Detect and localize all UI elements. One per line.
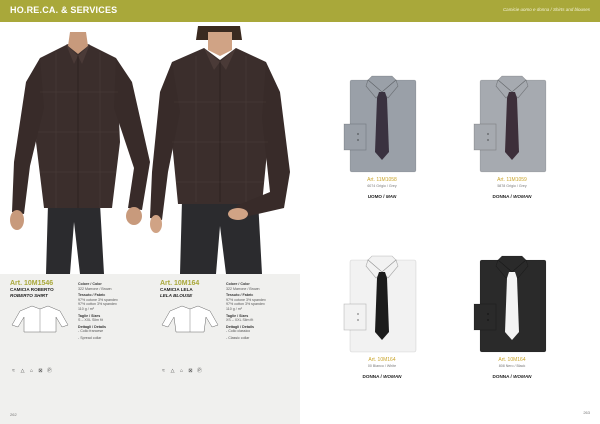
folded-shirt-image — [343, 255, 417, 353]
shirt-article-code: Art. 10M164 — [368, 357, 396, 363]
right-page: Art. 11M1058 6074 Grigio / Grey UOMO / MAN… — [300, 22, 600, 424]
shirt-color-desc: 808 Nero / Black — [498, 364, 526, 368]
model-photo — [0, 22, 300, 274]
page-header: HO.RE.CA. & SERVICES Camicie uomo e donn… — [0, 0, 600, 22]
shirt-gender-label: DONNA / WOMAN — [492, 194, 532, 199]
folded-shirt-3 — [342, 254, 422, 354]
shirt-article-code: Art. 11M1058 — [367, 177, 397, 183]
product-info-panel: Art. 10M1546 CAMICIA ROBERTO ROBERTO SHI… — [0, 274, 300, 424]
section-title: HO.RE.CA. & SERVICES — [10, 5, 118, 15]
dry-clean-icon: Ⓟ — [46, 368, 52, 374]
product-lela-specs: Colore / Color 322 Marrone / Brown Tessu… — [226, 282, 266, 340]
iron-icon: ⌂ — [29, 368, 34, 374]
folded-shirt-image — [473, 255, 547, 353]
product-roberto: Art. 10M1546 CAMICIA ROBERTO ROBERTO SHI… — [10, 280, 72, 338]
wash-30-icon: ≈ — [12, 368, 15, 374]
no-tumble-dry-icon: ⊠ — [38, 368, 43, 374]
no-tumble-dry-icon: ⊠ — [188, 368, 193, 374]
wash-30-icon: ≈ — [162, 368, 165, 374]
shirt-gender-label: UOMO / MAN — [367, 194, 397, 199]
shirt-article-code: Art. 11M1059 — [497, 177, 527, 183]
product-name: CAMICIA ROBERTO ROBERTO SHIRT — [10, 287, 54, 298]
care-icons-lela: ≈ △ ⌂ ⊠ Ⓟ — [160, 368, 203, 374]
product-lela: Art. 10M164 CAMICIA LELA LELA BLOUSE — [160, 280, 222, 338]
no-bleach-icon: △ — [20, 368, 25, 374]
shirt-sketch-icon — [11, 305, 69, 333]
care-icons-roberto: ≈ △ ⌂ ⊠ Ⓟ — [10, 368, 53, 374]
folded-shirt-image — [473, 75, 547, 173]
product-roberto-specs: Colore / Color 322 Marrone / Brown Tessu… — [78, 282, 118, 340]
article-code: Art. 10M1546 — [10, 280, 54, 287]
no-bleach-icon: △ — [170, 368, 175, 374]
shirt-color-desc: 5878 Grigio / Grey — [497, 184, 527, 188]
folded-shirt-4 — [472, 254, 552, 354]
left-page: Art. 10M1546 CAMICIA ROBERTO ROBERTO SHI… — [0, 22, 300, 424]
page-number-left: 262 — [10, 412, 17, 417]
dry-clean-icon: Ⓟ — [196, 368, 202, 374]
shirt-color-desc: 6074 Grigio / Grey — [367, 184, 397, 188]
iron-icon: ⌂ — [179, 368, 184, 374]
shirt-gender-label: DONNA / WOMAN — [492, 374, 532, 379]
shirt-article-code: Art. 10M164 — [498, 357, 526, 363]
shirt-gender-label: DONNA / WOMAN — [362, 374, 402, 379]
page-number-right: 263 — [583, 410, 590, 415]
folded-shirt-image — [343, 75, 417, 173]
product-name: CAMICIA LELA LELA BLOUSE — [160, 287, 193, 298]
male-model-figure — [10, 32, 150, 274]
article-code: Art. 10M164 — [160, 280, 200, 287]
folded-shirt-2 — [472, 74, 552, 174]
shirt-color-desc: 00 Bianco / White — [367, 364, 397, 368]
models-illustration — [10, 26, 290, 274]
blouse-sketch-icon — [161, 305, 219, 333]
section-subtitle: Camicie uomo e donna / Shirts and blouse… — [502, 7, 590, 12]
folded-shirt-1 — [342, 74, 422, 174]
female-model-figure — [150, 26, 290, 274]
